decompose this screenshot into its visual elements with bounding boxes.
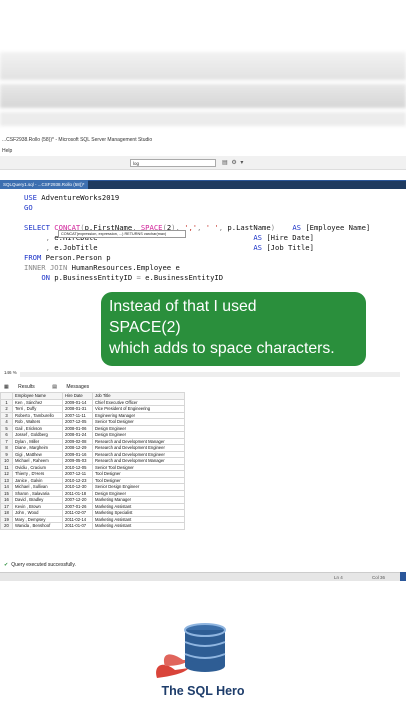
blurred-band-3 — [0, 112, 406, 126]
column-indicator: Col 36 — [372, 575, 386, 580]
database-logo-icon — [156, 623, 226, 678]
status-message: Query executed successfully. — [11, 562, 76, 568]
query-status: ✔ Query executed successfully. — [0, 560, 406, 570]
top-blank — [0, 0, 406, 50]
settings-icon[interactable]: ⚙ — [231, 160, 237, 166]
query-editor[interactable]: USE AdventureWorks2019 GO SELECT CONCAT(… — [0, 189, 406, 292]
status-bar: Ln 4 Col 36 — [0, 572, 406, 581]
line-indicator: Ln 4 — [334, 575, 343, 580]
callout-bubble: Instead of that I used SPACE(2) which ad… — [101, 292, 366, 366]
messages-icon: ▤ — [52, 384, 59, 390]
check-icon: ✔ — [4, 562, 9, 568]
code-line-8: INNER JOIN HumanResources.Employee e — [24, 263, 180, 272]
brand-name: The SQL Hero — [161, 684, 245, 698]
dropdown-icon[interactable]: ▾ — [240, 160, 244, 166]
blurred-band-1 — [0, 52, 406, 80]
toolbar-search-input[interactable]: log — [130, 159, 216, 167]
table-cell[interactable]: Wanida , Benshoof — [12, 522, 63, 530]
menu-help[interactable]: Help — [0, 146, 406, 156]
results-grid[interactable]: Employee Name Hire Date Job Title 1 Ken ,… — [0, 392, 406, 560]
tab-messages[interactable]: ▤ Messages — [52, 384, 97, 390]
horizontal-scrollbar[interactable] — [20, 372, 400, 377]
zoom-level[interactable]: 146 % — [4, 370, 17, 375]
window-title: ...CSF2938.Rollo (58))* - Microsoft SQL … — [0, 134, 406, 146]
row-number: 20 — [0, 522, 13, 530]
tab-results[interactable]: ▦ Results — [4, 384, 43, 390]
table-cell[interactable]: 2011-01-07 — [62, 522, 93, 530]
blurred-band-2 — [0, 84, 406, 108]
callout-line-2: SPACE(2) — [109, 319, 181, 336]
intellisense-tooltip: CONCAT(expression, expression, ...) RETU… — [58, 230, 186, 238]
code-line-1: USE AdventureWorks2019 — [24, 193, 120, 202]
code-line-7: FROM Person.Person p — [24, 253, 111, 262]
callout-line-3: which adds to space characters. — [109, 340, 335, 357]
tab-sqlquery[interactable]: SQLQuery1.sql - ...CSF2938.Rollo (58))* — [0, 180, 88, 189]
code-line-2: GO — [24, 203, 33, 212]
database-icon[interactable]: ▤ — [222, 160, 229, 166]
grid-icon: ▦ — [4, 384, 11, 390]
results-tabs: ▦ Results ▤ Messages — [0, 382, 406, 392]
table-row[interactable]: 20 Wanida , Benshoof 2011-01-07 Marketing A… — [0, 522, 185, 530]
toolbar-icons: ▤ ⚙ ▾ — [222, 159, 244, 166]
code-line-9: ON p.BusinessEntityID = e.BusinessEntity… — [41, 273, 224, 282]
code-line-6: , e.JobTitle AS [Job Title] — [45, 243, 314, 252]
table-cell[interactable]: Marketing Assistant — [92, 522, 185, 530]
results-table: Employee Name Hire Date Job Title 1 Ken ,… — [0, 392, 185, 530]
status-bar-edge — [400, 572, 406, 581]
callout-line-1: Instead of that I used — [109, 298, 257, 315]
